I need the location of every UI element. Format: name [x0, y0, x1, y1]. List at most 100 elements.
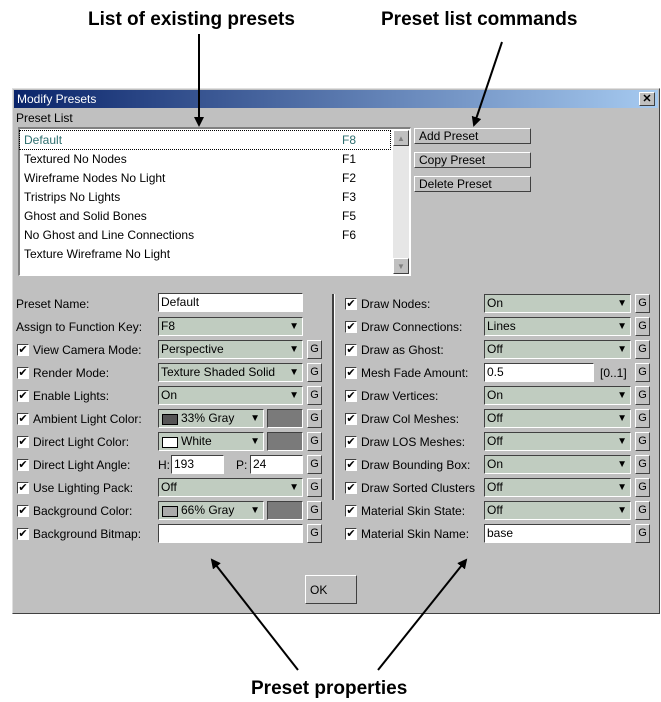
ok-button[interactable]: OK [305, 575, 357, 604]
list-item[interactable]: Texture Wireframe No Light [20, 245, 390, 263]
direct-color-label: Direct Light Color: [33, 435, 130, 449]
lighting-pack-value: Off [161, 480, 177, 494]
add-preset-button[interactable]: Add Preset [414, 128, 531, 144]
mesh-fade-g-button[interactable]: G [635, 363, 650, 382]
function-key-dropdown[interactable]: F8 ▼ [158, 317, 303, 336]
direct-color-checkbox[interactable]: ✔ [17, 436, 29, 448]
chevron-down-icon: ▼ [250, 413, 260, 424]
col-dropdown[interactable]: Off ▼ [484, 409, 631, 428]
ambient-g-button[interactable]: G [307, 409, 322, 428]
chevron-down-icon: ▼ [289, 344, 299, 355]
ambient-checkbox[interactable]: ✔ [17, 413, 29, 425]
mesh-fade-field[interactable]: 0.5 [484, 363, 594, 382]
lighting-pack-g-button[interactable]: G [307, 478, 322, 497]
list-item[interactable]: Wireframe Nodes No Light F2 [20, 169, 390, 187]
h-angle-field[interactable]: 193 [171, 455, 224, 474]
list-scrollbar[interactable]: ▲ ▼ [393, 130, 409, 274]
mesh-fade-checkbox[interactable]: ✔ [345, 367, 357, 379]
draw-nodes-checkbox[interactable]: ✔ [345, 298, 357, 310]
ghost-g-button[interactable]: G [635, 340, 650, 359]
ambient-color-dropdown[interactable]: 33% Gray ▼ [158, 409, 264, 428]
direct-color-dropdown[interactable]: White ▼ [158, 432, 264, 451]
los-g-button[interactable]: G [635, 432, 650, 451]
bg-color-dropdown[interactable]: 66% Gray ▼ [158, 501, 264, 520]
list-item[interactable]: Default F8 [19, 130, 391, 150]
preset-name: Textured No Nodes [24, 152, 127, 166]
render-mode-dropdown[interactable]: Texture Shaded Solid ▼ [158, 363, 303, 382]
enable-lights-g-button[interactable]: G [307, 386, 322, 405]
list-item[interactable]: No Ghost and Line Connections F6 [20, 226, 390, 244]
chevron-down-icon: ▼ [617, 321, 627, 332]
clusters-g-button[interactable]: G [635, 478, 650, 497]
bg-bitmap-field[interactable] [158, 524, 303, 543]
direct-color-preview[interactable] [267, 432, 303, 451]
scroll-down-icon[interactable]: ▼ [393, 258, 409, 274]
preset-name-field[interactable]: Default [158, 293, 303, 312]
render-mode-checkbox[interactable]: ✔ [17, 367, 29, 379]
clusters-checkbox[interactable]: ✔ [345, 482, 357, 494]
draw-nodes-g-button[interactable]: G [635, 294, 650, 313]
vertices-checkbox[interactable]: ✔ [345, 390, 357, 402]
los-checkbox[interactable]: ✔ [345, 436, 357, 448]
chevron-down-icon: ▼ [289, 390, 299, 401]
bg-color-preview[interactable] [267, 501, 303, 520]
direct-angle-checkbox[interactable]: ✔ [17, 459, 29, 471]
col-value: Off [487, 411, 503, 425]
list-item[interactable]: Textured No Nodes F1 [20, 150, 390, 168]
view-camera-g-button[interactable]: G [307, 340, 322, 359]
enable-lights-value: On [161, 388, 178, 402]
bg-color-g-button[interactable]: G [307, 501, 322, 520]
view-camera-checkbox[interactable]: ✔ [17, 344, 29, 356]
view-camera-dropdown[interactable]: Perspective ▼ [158, 340, 303, 359]
col-g-button[interactable]: G [635, 409, 650, 428]
bbox-g-button[interactable]: G [635, 455, 650, 474]
preset-name: Default [24, 133, 63, 147]
draw-conn-dropdown[interactable]: Lines ▼ [484, 317, 631, 336]
bg-color-checkbox[interactable]: ✔ [17, 505, 29, 517]
vertices-g-button[interactable]: G [635, 386, 650, 405]
skin-state-g-button[interactable]: G [635, 501, 650, 520]
callout-list-commands: Preset list commands [381, 9, 578, 30]
close-icon[interactable]: ✕ [639, 92, 655, 106]
skin-name-checkbox[interactable]: ✔ [345, 528, 357, 540]
chevron-down-icon: ▼ [617, 413, 627, 424]
enable-lights-dropdown[interactable]: On ▼ [158, 386, 303, 405]
draw-nodes-dropdown[interactable]: On ▼ [484, 294, 631, 313]
ghost-dropdown[interactable]: Off ▼ [484, 340, 631, 359]
lighting-pack-checkbox[interactable]: ✔ [17, 482, 29, 494]
bg-bitmap-g-button[interactable]: G [307, 524, 322, 543]
bbox-dropdown[interactable]: On ▼ [484, 455, 631, 474]
delete-preset-button[interactable]: Delete Preset [414, 176, 531, 192]
enable-lights-checkbox[interactable]: ✔ [17, 390, 29, 402]
chevron-down-icon: ▼ [617, 459, 627, 470]
preset-name: Tristrips No Lights [24, 190, 121, 204]
skin-name-g-button[interactable]: G [635, 524, 650, 543]
render-mode-g-button[interactable]: G [307, 363, 322, 382]
clusters-dropdown[interactable]: Off ▼ [484, 478, 631, 497]
copy-preset-button[interactable]: Copy Preset [414, 152, 531, 168]
los-dropdown[interactable]: Off ▼ [484, 432, 631, 451]
clusters-label: Draw Sorted Clusters [361, 481, 476, 495]
vertices-dropdown[interactable]: On ▼ [484, 386, 631, 405]
scroll-up-icon[interactable]: ▲ [393, 130, 409, 146]
ghost-checkbox[interactable]: ✔ [345, 344, 357, 356]
ambient-color-preview[interactable] [267, 409, 303, 428]
direct-color-g-button[interactable]: G [307, 432, 322, 451]
bbox-checkbox[interactable]: ✔ [345, 459, 357, 471]
lighting-pack-dropdown[interactable]: Off ▼ [158, 478, 303, 497]
preset-listbox[interactable]: Default F8 Textured No Nodes F1 Wirefram… [18, 127, 411, 276]
list-item[interactable]: Tristrips No Lights F3 [20, 188, 390, 206]
draw-conn-checkbox[interactable]: ✔ [345, 321, 357, 333]
skin-state-checkbox[interactable]: ✔ [345, 505, 357, 517]
skin-state-dropdown[interactable]: Off ▼ [484, 501, 631, 520]
direct-angle-g-button[interactable]: G [307, 455, 322, 474]
list-item[interactable]: Ghost and Solid Bones F5 [20, 207, 390, 225]
bg-color-label: Background Color: [33, 504, 133, 518]
col-checkbox[interactable]: ✔ [345, 413, 357, 425]
draw-conn-g-button[interactable]: G [635, 317, 650, 336]
bg-bitmap-checkbox[interactable]: ✔ [17, 528, 29, 540]
skin-name-field[interactable]: base [484, 524, 631, 543]
p-angle-field[interactable]: 24 [250, 455, 303, 474]
bbox-label: Draw Bounding Box: [361, 458, 471, 472]
view-camera-label: View Camera Mode: [33, 343, 142, 357]
